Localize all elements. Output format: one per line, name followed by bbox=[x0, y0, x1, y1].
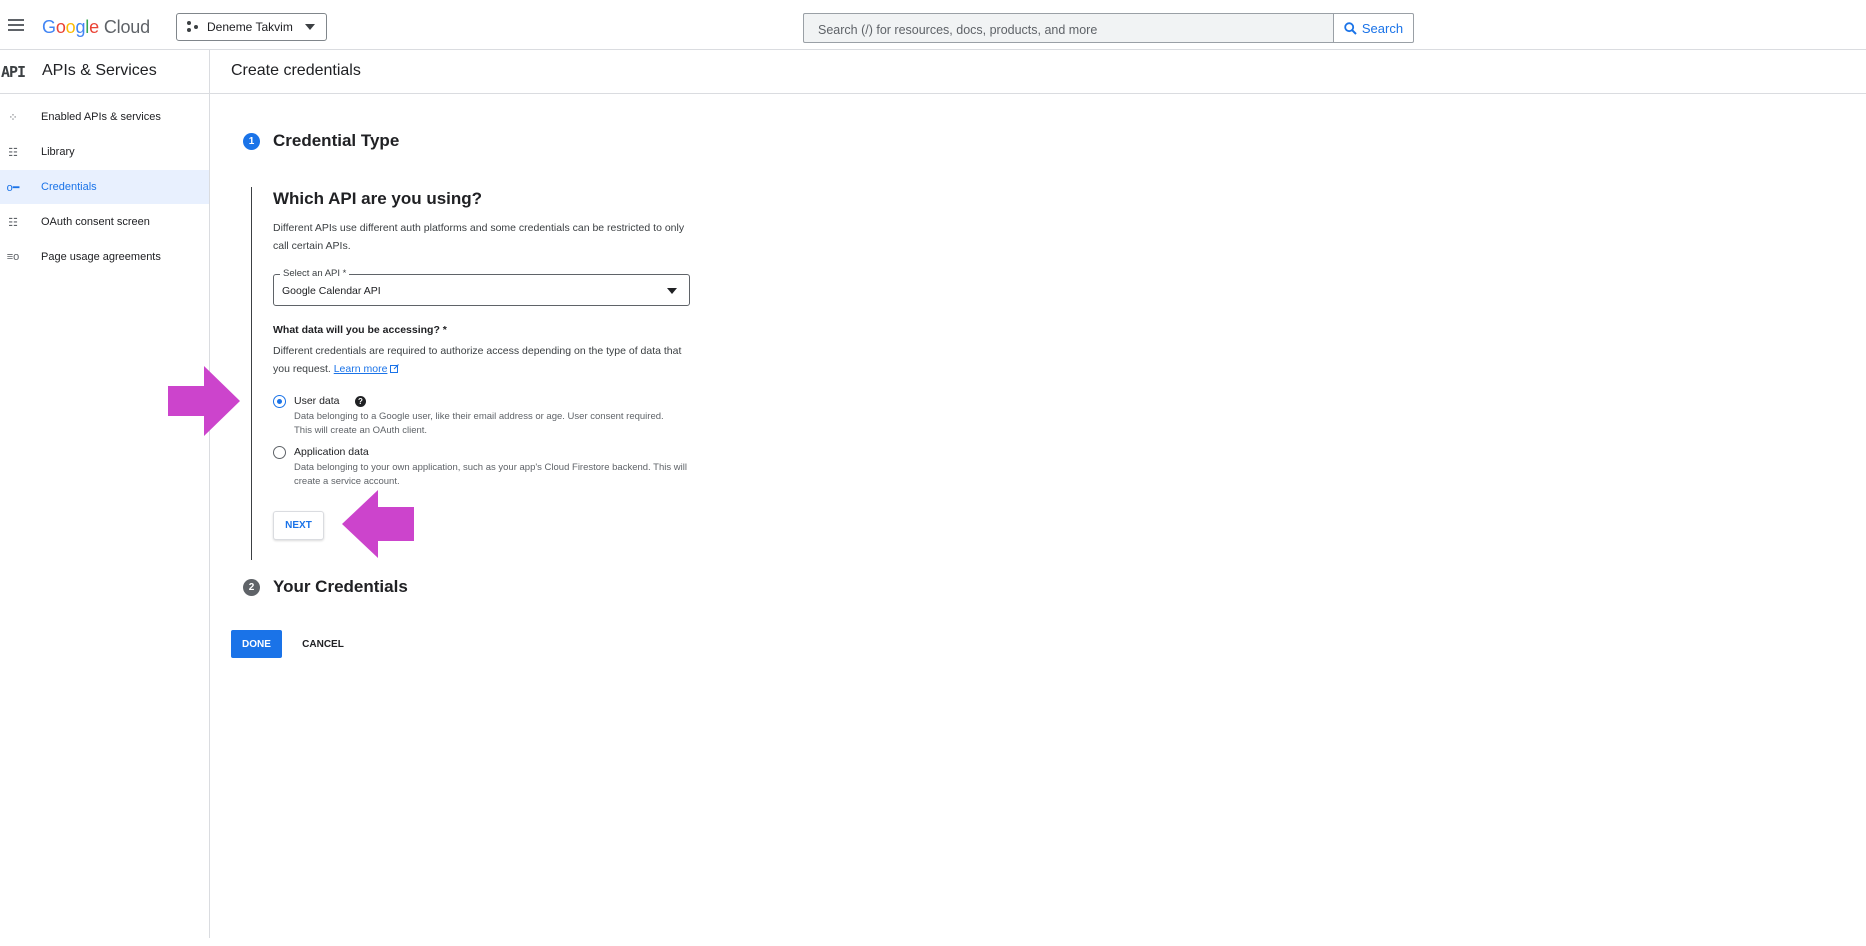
annotation-arrow-left-icon bbox=[342, 490, 414, 558]
search-button-label: Search bbox=[1361, 20, 1404, 36]
sidebar-item-oauth-consent[interactable]: ☷ OAuth consent screen bbox=[0, 205, 209, 239]
sidebar-item-label: Library bbox=[41, 146, 75, 158]
step-connector-line bbox=[251, 187, 252, 560]
user-data-label[interactable]: User data bbox=[294, 395, 340, 407]
done-button[interactable]: DONE bbox=[231, 630, 282, 658]
api-question-description: Different APIs use different auth platfo… bbox=[273, 222, 685, 252]
project-icon bbox=[187, 21, 201, 33]
logo-letter: e bbox=[89, 17, 99, 37]
agreements-icon: ≡o bbox=[6, 251, 20, 263]
caret-down-icon bbox=[304, 24, 315, 30]
sidebar-item-label: Enabled APIs & services bbox=[41, 111, 161, 123]
google-cloud-logo[interactable]: Google Cloud bbox=[42, 17, 150, 38]
cancel-button[interactable]: CANCEL bbox=[296, 630, 350, 658]
step-2-badge: 2 bbox=[243, 579, 260, 596]
api-select[interactable]: Select an API * Google Calendar API bbox=[273, 268, 690, 306]
external-link-icon bbox=[390, 364, 400, 373]
user-data-description: Data belonging to a Google user, like th… bbox=[294, 411, 664, 436]
application-data-description: Data belonging to your own application, … bbox=[294, 462, 687, 487]
hamburger-menu-icon[interactable] bbox=[8, 19, 24, 31]
section-title[interactable]: APIs & Services bbox=[42, 62, 157, 80]
api-question-heading: Which API are you using? bbox=[273, 189, 483, 208]
logo-letter: o bbox=[65, 17, 76, 37]
logo-letter: g bbox=[75, 17, 86, 37]
dropdown-arrow-icon bbox=[667, 288, 677, 294]
project-picker-button[interactable]: Deneme Takvim bbox=[176, 13, 327, 41]
sidebar-item-page-usage[interactable]: ≡o Page usage agreements bbox=[0, 240, 209, 274]
enabled-apis-icon: ⁘ bbox=[8, 111, 18, 124]
sidebar-item-label: Page usage agreements bbox=[41, 251, 161, 263]
key-icon: o━ bbox=[6, 181, 20, 194]
data-question: What data will you be accessing? * bbox=[273, 324, 447, 336]
logo-product: Cloud bbox=[103, 17, 150, 37]
help-icon[interactable]: ? bbox=[355, 396, 366, 407]
sidebar-item-enabled-apis[interactable]: ⁘ Enabled APIs & services bbox=[0, 100, 209, 134]
step-2-title[interactable]: Your Credentials bbox=[273, 577, 408, 597]
application-data-label[interactable]: Application data bbox=[294, 446, 369, 458]
step-1-title[interactable]: Credential Type bbox=[273, 131, 399, 151]
sidebar-item-label: Credentials bbox=[41, 181, 97, 193]
api-icon: API bbox=[1, 63, 26, 81]
library-icon: ☷ bbox=[8, 146, 18, 159]
logo-letter: G bbox=[42, 17, 56, 37]
data-description: Different credentials are required to au… bbox=[273, 342, 683, 378]
api-select-value: Google Calendar API bbox=[282, 285, 381, 297]
api-select-label: Select an API * bbox=[280, 268, 350, 279]
logo-letter: o bbox=[55, 17, 66, 37]
sidebar-item-label: OAuth consent screen bbox=[41, 216, 150, 228]
step-1-badge: 1 bbox=[243, 133, 260, 150]
sidebar-divider bbox=[209, 50, 210, 938]
consent-icon: ☷ bbox=[8, 216, 18, 229]
sidebar-item-credentials[interactable]: o━ Credentials bbox=[0, 170, 209, 204]
next-button[interactable]: NEXT bbox=[273, 511, 324, 540]
learn-more-link[interactable]: Learn more bbox=[334, 363, 388, 375]
user-data-radio[interactable] bbox=[273, 395, 286, 408]
page-title: Create credentials bbox=[231, 62, 361, 79]
search-button[interactable]: Search bbox=[1333, 13, 1414, 43]
sidebar-item-library[interactable]: ☷ Library bbox=[0, 135, 209, 169]
project-name: Deneme Takvim bbox=[207, 20, 293, 34]
application-data-radio[interactable] bbox=[273, 446, 286, 459]
annotation-arrow-right-icon bbox=[168, 366, 240, 436]
search-icon bbox=[1344, 21, 1357, 35]
search-input[interactable]: Search (/) for resources, docs, products… bbox=[803, 13, 1334, 43]
